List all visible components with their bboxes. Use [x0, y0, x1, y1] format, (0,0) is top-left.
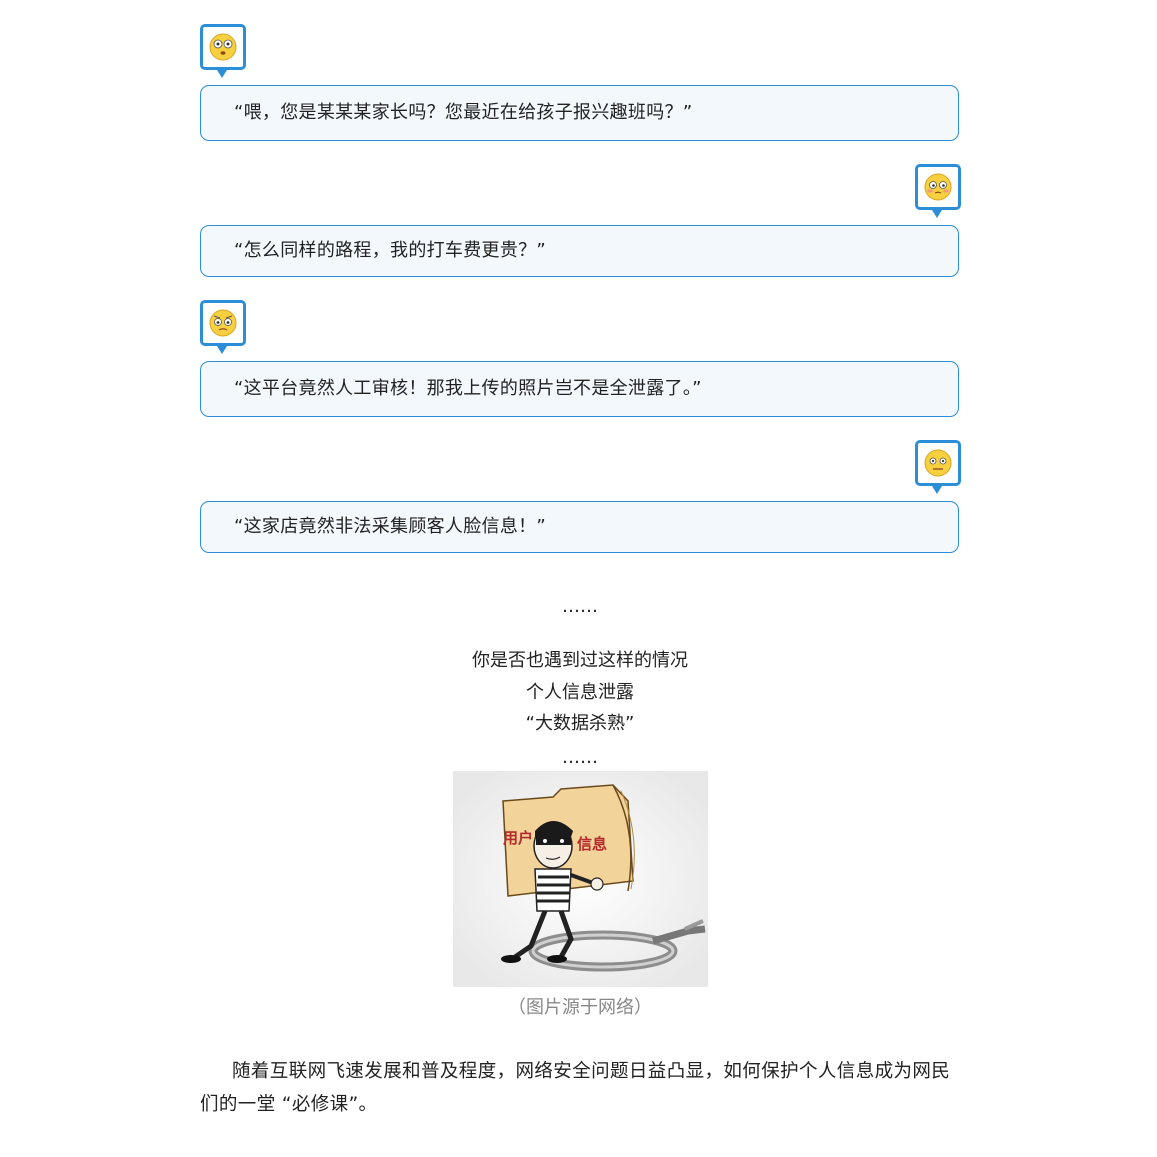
body-paragraph: 随着互联网飞速发展和普及程度，网络安全问题日益凸显，如何保护个人信息成为网民们的… [200, 1061, 951, 1115]
ellipsis: …… [562, 596, 598, 617]
summary-line: 你是否也遇到过这样的情况 [472, 650, 688, 671]
avatar [915, 440, 961, 494]
dialogue-bubble: “喂，您是某某某家长吗？您最近在给孩子报兴趣班吗？” [200, 85, 959, 141]
dialogue-bubble: “这平台竟然人工审核！那我上传的照片岂不是全泄露了。” [200, 361, 959, 417]
folder-label-left: 用户 [503, 829, 533, 847]
dialogue-bubble: “怎么同样的路程，我的打车费更贵？” [200, 225, 959, 277]
dialogue-text: “这平台竟然人工审核！那我上传的照片岂不是全泄露了。” [234, 378, 702, 399]
avatar [200, 300, 246, 354]
dialogue-text: “这家店竟然非法采集顾客人脸信息！” [234, 516, 547, 537]
illustration-thief-stealing-info: 用户 信息 [453, 771, 708, 987]
summary-line: 个人信息泄露 [526, 682, 634, 703]
shocked-face-icon [924, 449, 952, 477]
avatar [200, 24, 246, 78]
dialogue-text: “喂，您是某某某家长吗？您最近在给孩子报兴趣班吗？” [234, 102, 693, 123]
flushed-face-icon [924, 173, 952, 201]
folder-label-right: 信息 [577, 835, 607, 853]
ellipsis: …… [562, 747, 598, 768]
summary-line: “大数据杀熟” [525, 713, 635, 734]
confused-face-icon [209, 33, 237, 61]
thief-illustration: 用户 信息 [453, 771, 708, 987]
avatar [915, 164, 961, 218]
dialogue-text: “怎么同样的路程，我的打车费更贵？” [234, 240, 547, 261]
dialogue-bubble: “这家店竟然非法采集顾客人脸信息！” [200, 501, 959, 553]
worried-face-icon [209, 309, 237, 337]
image-caption: （图片源于网络） [508, 997, 652, 1018]
